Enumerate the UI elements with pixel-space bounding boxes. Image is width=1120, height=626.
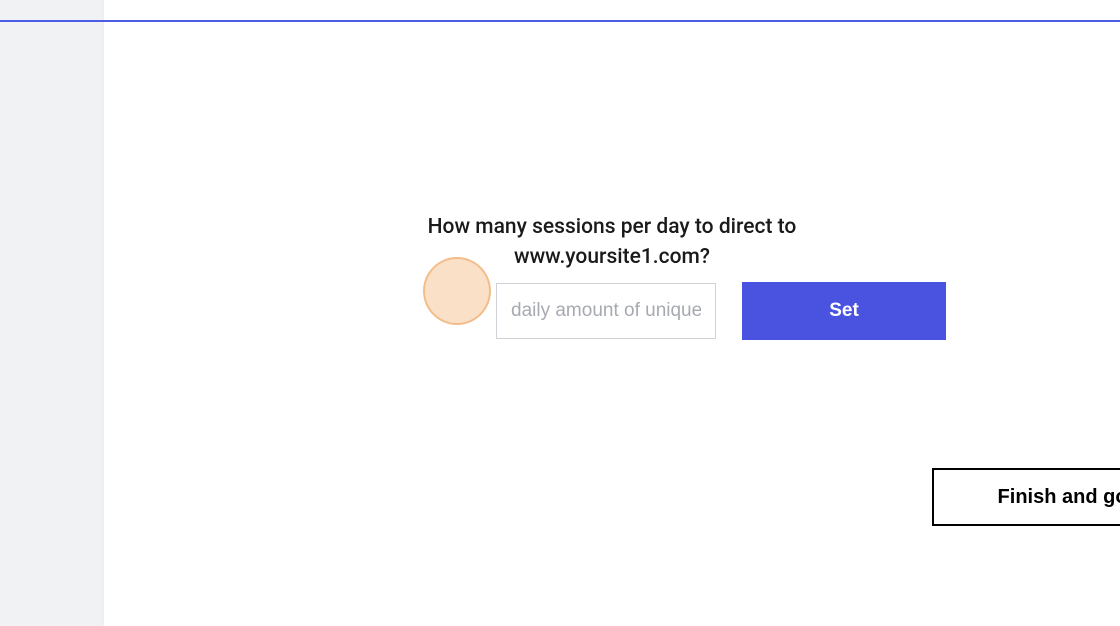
question-line-1: How many sessions per day to direct to [428, 215, 797, 239]
question-line-2: www.yoursite1.com? [514, 245, 710, 269]
sessions-input[interactable] [496, 283, 716, 339]
tab-underline [0, 20, 1120, 22]
input-row: Set [496, 283, 946, 340]
question-text: How many sessions per day to direct to w… [104, 212, 1120, 273]
finish-button[interactable]: Finish and go live [932, 468, 1120, 526]
set-button[interactable]: Set [742, 282, 946, 340]
content-area: How many sessions per day to direct to w… [104, 22, 1120, 626]
